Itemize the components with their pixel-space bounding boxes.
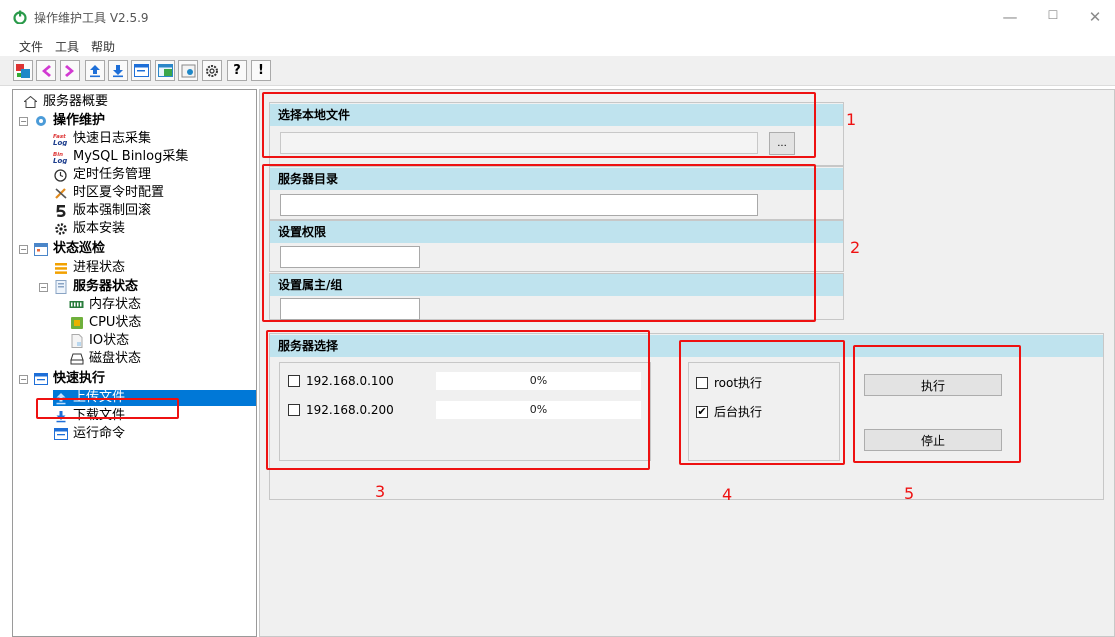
tree-item-cpu-status[interactable]: CPU状态 xyxy=(69,315,141,331)
expander-ops[interactable]: − xyxy=(19,117,28,126)
list-icon xyxy=(53,261,68,275)
question-mark-icon: ? xyxy=(233,63,241,78)
app-logo-icon xyxy=(13,10,27,24)
tree-item-inspection[interactable]: 状态巡检 xyxy=(33,241,105,257)
settings-button[interactable] xyxy=(202,60,222,81)
window-icon xyxy=(33,372,48,386)
app-title: 操作维护工具 V2.5.9 xyxy=(34,11,149,25)
tree-item-io-status[interactable]: IO状态 xyxy=(69,333,129,349)
upload-icon xyxy=(90,64,100,77)
server-tree-icon xyxy=(16,63,30,78)
terminal-button[interactable] xyxy=(131,60,151,81)
help-button[interactable]: ? xyxy=(227,60,247,81)
tree-item-disk-status[interactable]: 磁盘状态 xyxy=(69,351,141,367)
tree-item-server-status[interactable]: 服务器状态 xyxy=(53,279,138,295)
tools-icon xyxy=(53,186,68,200)
tree-item-timezone[interactable]: 时区夏令时配置 xyxy=(53,185,164,201)
screenshot-button[interactable] xyxy=(178,60,198,81)
tree-item-fast-log[interactable]: Fast Log 快速日志采集 xyxy=(53,131,151,147)
document-icon xyxy=(69,334,84,348)
terminal-icon xyxy=(133,64,149,77)
annotation-label-1: 1 xyxy=(846,110,857,129)
tree-item-process-status[interactable]: 进程状态 xyxy=(53,260,125,276)
tree-item-mysql-binlog[interactable]: Bin Log MySQL Binlog采集 xyxy=(53,149,188,165)
expander-server-status[interactable]: − xyxy=(39,283,48,292)
ops-gear-icon xyxy=(33,114,48,128)
server-tree-button[interactable] xyxy=(13,60,33,81)
menu-help[interactable]: 帮助 xyxy=(91,38,115,55)
chevron-right-icon xyxy=(65,64,74,77)
download-icon xyxy=(113,64,123,77)
window-image-icon xyxy=(157,64,173,77)
svg-text:Log: Log xyxy=(53,139,67,146)
tree-item-ops[interactable]: 操作维护 xyxy=(33,113,105,129)
gear-icon xyxy=(206,64,218,77)
forward-button[interactable] xyxy=(60,60,80,81)
tree-item-rollback[interactable]: 版本强制回滚 xyxy=(53,203,151,219)
annotation-box-3 xyxy=(266,330,650,470)
clock-icon xyxy=(53,168,68,182)
cpu-icon xyxy=(69,316,84,330)
fast-log-icon: Fast Log xyxy=(53,132,68,146)
annotation-box-1 xyxy=(262,92,816,158)
annotation-label-5: 5 xyxy=(904,484,915,503)
binlog-icon: Bin Log xyxy=(53,150,68,164)
memory-icon xyxy=(69,298,84,312)
tree-item-scheduled-task[interactable]: 定时任务管理 xyxy=(53,167,151,183)
rollback-icon xyxy=(53,204,68,218)
menu-bar: 文件 工具 帮助 xyxy=(0,34,1115,56)
tree-item-run-command[interactable]: 运行命令 xyxy=(53,426,125,442)
annotation-label-3: 3 xyxy=(375,482,386,501)
install-gear-icon xyxy=(53,222,68,236)
back-button[interactable] xyxy=(36,60,56,81)
svg-text:Log: Log xyxy=(53,157,67,164)
tree-item-server-overview[interactable]: 服务器概要 xyxy=(23,94,108,110)
chevron-left-icon xyxy=(42,64,51,77)
server-icon xyxy=(53,280,68,294)
annotation-label-4: 4 xyxy=(722,485,733,504)
annotation-box-tree-selection xyxy=(36,398,179,419)
download-button[interactable] xyxy=(108,60,128,81)
title-bar: 操作维护工具 V2.5.9 — ☐ ✕ xyxy=(0,0,1115,34)
tree-item-memory-status[interactable]: 内存状态 xyxy=(69,297,141,313)
menu-file[interactable]: 文件 xyxy=(19,38,43,55)
tree-item-install[interactable]: 版本安装 xyxy=(53,221,125,237)
expander-inspection[interactable]: − xyxy=(19,245,28,254)
terminal-icon xyxy=(53,427,68,441)
disk-icon xyxy=(69,352,84,366)
annotation-label-2: 2 xyxy=(850,238,861,257)
expander-quick-exec[interactable]: − xyxy=(19,375,28,384)
upload-button[interactable] xyxy=(85,60,105,81)
navigation-tree: 服务器概要 − 操作维护 Fast Log 快速日志采集 Bin Log MySQL… xyxy=(12,89,257,637)
alert-button[interactable]: ! xyxy=(251,60,271,81)
tree-item-quick-exec[interactable]: 快速执行 xyxy=(33,371,105,387)
home-icon xyxy=(23,95,38,109)
minimize-button[interactable]: — xyxy=(1000,8,1020,26)
menu-tools[interactable]: 工具 xyxy=(55,38,79,55)
screen-capture-icon xyxy=(181,64,195,77)
toolbar: ? ! xyxy=(0,56,1115,86)
close-button[interactable]: ✕ xyxy=(1085,8,1105,26)
exclamation-icon: ! xyxy=(258,63,264,78)
annotation-box-4 xyxy=(679,340,845,465)
calendar-icon xyxy=(33,242,48,256)
annotation-box-2 xyxy=(262,164,816,322)
window-image-button[interactable] xyxy=(155,60,175,81)
maximize-button[interactable]: ☐ xyxy=(1043,8,1063,22)
annotation-box-5 xyxy=(853,345,1021,463)
